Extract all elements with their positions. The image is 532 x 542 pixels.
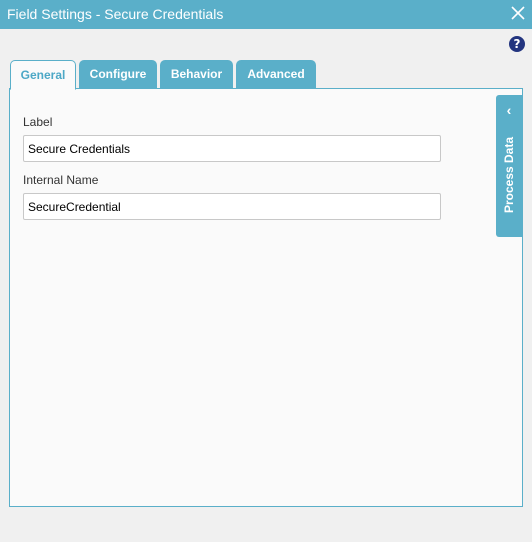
process-data-panel-toggle[interactable]: ‹ Process Data [496,95,522,237]
label-input[interactable] [23,135,441,162]
close-icon[interactable] [511,6,525,20]
internal-name-input[interactable] [23,193,441,220]
internal-name-field-label: Internal Name [23,173,99,187]
help-icon[interactable]: ? [509,36,525,52]
tab-configure[interactable]: Configure [79,60,157,89]
title-bar: Field Settings - Secure Credentials [0,0,532,29]
dialog-title: Field Settings - Secure Credentials [7,6,224,22]
chevron-left-icon: ‹ [506,102,512,118]
tab-general[interactable]: General [10,60,76,90]
close-icon-glyph [511,6,525,20]
label-field-label: Label [23,115,53,129]
process-data-label: Process Data [502,136,516,214]
field-settings-dialog: Field Settings - Secure Credentials ? Ge… [0,0,532,542]
tab-advanced[interactable]: Advanced [236,60,316,89]
general-tab-panel: Label Internal Name [9,88,523,507]
tab-behavior[interactable]: Behavior [160,60,233,89]
